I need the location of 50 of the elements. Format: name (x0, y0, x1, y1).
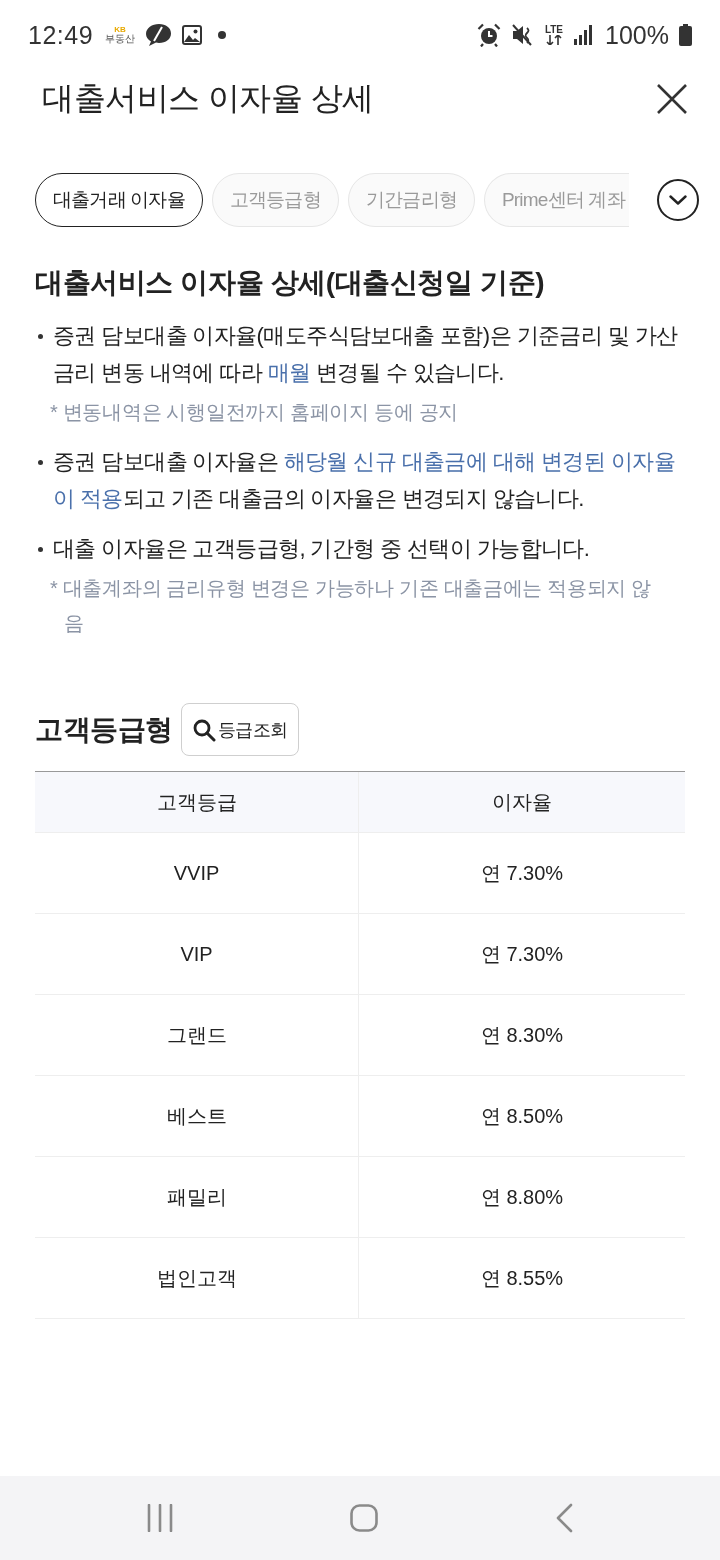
image-icon (182, 25, 203, 45)
table-cell: 연 8.80% (359, 1157, 685, 1238)
table-cell: 베스트 (35, 1076, 359, 1157)
table-cell: VVIP (35, 833, 359, 914)
back-icon[interactable] (555, 1503, 573, 1533)
recent-apps-icon[interactable] (147, 1504, 173, 1532)
tab[interactable]: 고객등급형 (211, 173, 339, 227)
battery-percent: 100% (605, 20, 669, 50)
more-tabs-button[interactable] (657, 179, 699, 221)
bullet-text: 대출 이자율은 고객등급형, 기간형 중 선택이 가능합니다. (53, 535, 590, 563)
chat-bubble-icon (145, 23, 173, 47)
dot-icon (218, 31, 227, 39)
tab[interactable]: 대출거래 이자율 (35, 173, 203, 227)
bullet-icon (38, 547, 43, 552)
tab[interactable]: 기간금리형 (347, 173, 475, 227)
table-header-cell: 고객등급 (35, 772, 359, 833)
grade-lookup-button[interactable]: 등급조회 (180, 703, 299, 756)
note-text: * 대출계좌의 금리유형 변경은 가능하나 기존 대출금에는 적용되지 않음 (50, 576, 653, 636)
status-time: 12:49 (28, 20, 94, 50)
logo-text: KB (114, 26, 126, 34)
muted-speaker-icon (510, 23, 535, 47)
bullet-text: 증권 담보대출 이자율은 해당월 신규 대출금에 대해 변경된 이자율이 적용되고 기존 대출금의 이자율은 변경되지 않습니다. (53, 448, 676, 513)
search-icon (191, 717, 216, 742)
home-icon[interactable] (350, 1504, 378, 1532)
alarm-clock-icon (476, 23, 501, 47)
table-cell: 연 8.50% (359, 1076, 685, 1157)
table-cell: 연 8.30% (359, 995, 685, 1076)
bullet-icon (38, 460, 43, 465)
table-cell: 연 8.55% (359, 1238, 685, 1319)
note-text: * 변동내역은 시행일전까지 홈페이지 등에 공지 (50, 400, 460, 425)
signal-bars-icon (573, 25, 594, 45)
section-title: 대출서비스 이자율 상세(대출신청일 기준) (35, 266, 546, 300)
tab[interactable]: Prime센터 계좌 (483, 173, 629, 227)
chevron-down-icon (669, 195, 687, 205)
network-type-label: LTE (544, 25, 564, 35)
close-icon[interactable] (656, 83, 688, 115)
table-cell: 연 7.30% (359, 833, 685, 914)
battery-icon (679, 24, 692, 46)
page-title: 대출서비스 이자율 상세 (42, 79, 374, 118)
bullet-text: 증권 담보대출 이자율(매도주식담보대출 포함)은 기준금리 및 가산금리 변동 내역에 따라 매월 변경될 수 있습니다. (53, 322, 679, 387)
table-cell: 연 7.30% (359, 914, 685, 995)
bullet-icon (38, 334, 43, 339)
table-cell: 패밀리 (35, 1157, 359, 1238)
table-cell: 그랜드 (35, 995, 359, 1076)
table-header-cell: 이자율 (359, 772, 685, 833)
table-cell: 법인고객 (35, 1238, 359, 1319)
section-title: 고객등급형 (35, 712, 173, 747)
logo-text: 부동산 (105, 34, 136, 44)
table-cell: VIP (35, 914, 359, 995)
data-arrows-icon (545, 35, 562, 45)
